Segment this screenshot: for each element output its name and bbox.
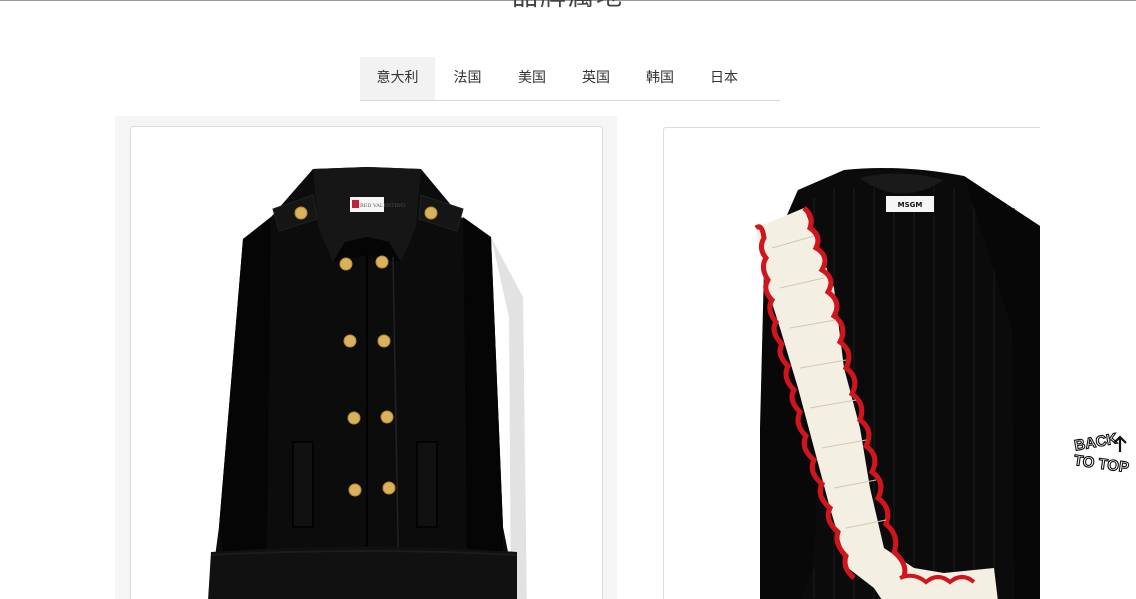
tab-korea[interactable]: 韩国 <box>628 57 692 100</box>
product-card-sweater[interactable]: MSGM <box>663 127 1064 599</box>
product-image-sweater: MSGM <box>754 168 1042 599</box>
carousel-mask <box>1040 100 1136 599</box>
back-to-top-button[interactable]: BACK TO TOP <box>1068 428 1130 480</box>
brand-label: MSGM <box>898 201 923 209</box>
product-image-coat: RED VALENTINO <box>208 167 527 599</box>
tab-italy[interactable]: 意大利 <box>360 57 435 100</box>
tab-france[interactable]: 法国 <box>435 57 500 100</box>
back-to-top-icon: BACK TO TOP <box>1072 430 1130 477</box>
tab-usa[interactable]: 美国 <box>500 57 564 100</box>
svg-text:BACK: BACK <box>1073 430 1119 454</box>
country-tabs: 意大利 法国 美国 英国 韩国 日本 <box>360 57 780 101</box>
brand-label: RED VALENTINO <box>360 203 405 209</box>
tab-uk[interactable]: 英国 <box>564 57 628 100</box>
svg-text:TO TOP: TO TOP <box>1073 452 1130 477</box>
tab-japan[interactable]: 日本 <box>692 57 756 100</box>
product-card-coat[interactable]: RED VALENTINO <box>130 126 603 599</box>
section-title: 品牌属地 <box>0 0 1136 12</box>
page: 品牌属地 意大利 法国 美国 英国 韩国 日本 RED VALENTI <box>0 0 1136 599</box>
